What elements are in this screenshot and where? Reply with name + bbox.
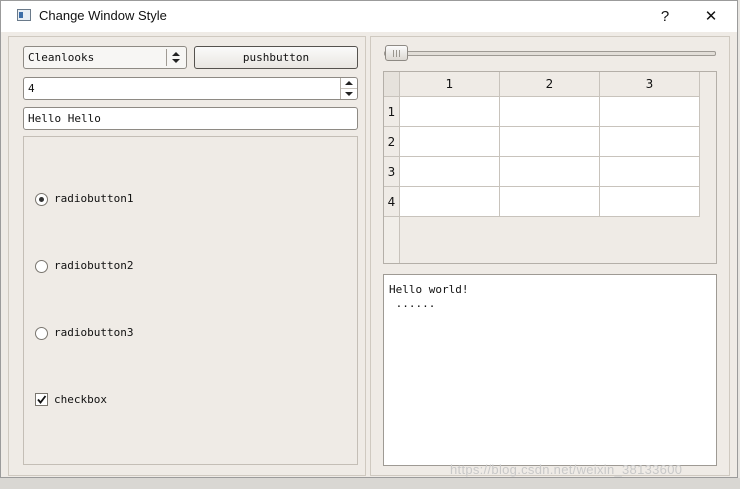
- slider-handle[interactable]: [385, 45, 408, 61]
- app-window-icon: [17, 9, 31, 21]
- table-row-header[interactable]: 4: [384, 187, 400, 217]
- table-cell[interactable]: [500, 157, 600, 187]
- text-edit-line: ......: [389, 297, 436, 310]
- table-column-header[interactable]: 1: [400, 72, 500, 97]
- table-row-header-empty: [384, 217, 400, 263]
- desktop-background: [0, 478, 740, 489]
- radio-button-3-label[interactable]: radiobutton3: [54, 326, 133, 339]
- table-cell[interactable]: [600, 157, 700, 187]
- line-edit-value: Hello Hello: [28, 112, 101, 125]
- table-widget: 1 2 3 1 2 3 4: [383, 71, 717, 264]
- text-edit[interactable]: Hello world! ......: [383, 274, 717, 466]
- spin-up-icon[interactable]: [341, 78, 357, 89]
- checkbox-label[interactable]: checkbox: [54, 393, 107, 406]
- text-edit-line: Hello world!: [389, 283, 469, 296]
- table-cell[interactable]: [400, 157, 500, 187]
- table-cell[interactable]: [600, 97, 700, 127]
- check-mark-icon: [37, 395, 47, 404]
- radio-button-1[interactable]: [35, 193, 48, 206]
- help-button[interactable]: ?: [642, 1, 688, 32]
- table-cell[interactable]: [400, 187, 500, 217]
- text-line-edit[interactable]: Hello Hello: [23, 107, 358, 130]
- table-column-header[interactable]: 3: [600, 72, 700, 97]
- spinbox[interactable]: 4: [23, 77, 358, 100]
- radio-button-1-label[interactable]: radiobutton1: [54, 192, 133, 205]
- radio-button-2[interactable]: [35, 260, 48, 273]
- table-cell[interactable]: [600, 127, 700, 157]
- horizontal-slider-track[interactable]: [384, 51, 716, 56]
- spinbox-value: 4: [28, 82, 35, 95]
- table-cell[interactable]: [600, 187, 700, 217]
- table-row-header[interactable]: 2: [384, 127, 400, 157]
- checkbox[interactable]: [35, 393, 48, 406]
- close-icon[interactable]: ✕: [688, 1, 734, 32]
- options-groupbox: [23, 136, 358, 465]
- table-corner-button[interactable]: [384, 72, 400, 97]
- combobox-separator: [166, 49, 167, 66]
- style-combobox-value: Cleanlooks: [28, 51, 95, 64]
- table-cell[interactable]: [500, 97, 600, 127]
- table-row-header[interactable]: 1: [384, 97, 400, 127]
- window-title: Change Window Style: [39, 8, 167, 23]
- push-button[interactable]: pushbutton: [194, 46, 358, 69]
- table-cell[interactable]: [400, 97, 500, 127]
- table-cell[interactable]: [400, 127, 500, 157]
- spin-down-icon[interactable]: [341, 89, 357, 99]
- table-cell[interactable]: [500, 127, 600, 157]
- up-down-arrows-icon: [172, 52, 180, 63]
- title-bar[interactable]: Change Window Style ? ✕: [1, 1, 737, 32]
- style-combobox[interactable]: Cleanlooks: [23, 46, 187, 69]
- table-column-header[interactable]: 2: [500, 72, 600, 97]
- table-row-header[interactable]: 3: [384, 157, 400, 187]
- spinbox-buttons: [340, 78, 357, 99]
- radio-button-2-label[interactable]: radiobutton2: [54, 259, 133, 272]
- radio-button-3[interactable]: [35, 327, 48, 340]
- table-cell[interactable]: [500, 187, 600, 217]
- watermark-text: https://blog.csdn.net/weixin_38133600: [450, 462, 683, 477]
